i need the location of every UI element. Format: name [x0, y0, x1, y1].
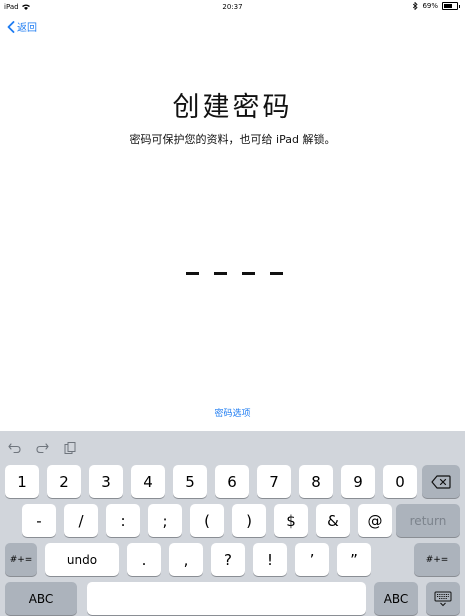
status-bar: iPad 20:37 69% — [0, 0, 465, 14]
bluetooth-icon — [413, 2, 419, 10]
abc-key-left[interactable]: ABC — [5, 582, 77, 615]
symbol-key[interactable]: & — [316, 504, 350, 537]
chevron-left-icon — [7, 20, 15, 33]
passcode-field[interactable] — [186, 272, 283, 275]
passcode-digit-placeholder — [214, 272, 227, 275]
shortcut-bar — [0, 431, 465, 463]
dismiss-keyboard-key[interactable] — [426, 582, 460, 615]
digit-key[interactable]: 2 — [47, 465, 81, 498]
backspace-icon — [431, 474, 451, 489]
digit-key[interactable]: 8 — [299, 465, 333, 498]
symbol-key[interactable]: $ — [274, 504, 308, 537]
battery-percent: 69% — [422, 2, 438, 10]
symbol-key[interactable]: : — [106, 504, 140, 537]
keyboard: 1234567890 - /:;() $ & @ return #+= undo .,?… — [0, 431, 465, 616]
digit-key[interactable]: 5 — [173, 465, 207, 498]
keyboard-icon — [434, 591, 452, 606]
digit-key[interactable]: 4 — [131, 465, 165, 498]
status-time: 20:37 — [222, 3, 243, 11]
digit-key[interactable]: 1 — [5, 465, 39, 498]
back-label: 返回 — [17, 23, 37, 34]
battery-fill — [444, 4, 453, 8]
battery-icon — [442, 2, 458, 10]
passcode-digit-placeholder — [186, 272, 199, 275]
page-title: 创建密码 — [172, 92, 293, 123]
redo-icon[interactable] — [35, 442, 49, 454]
punctuation-key[interactable]: , — [169, 543, 203, 576]
punctuation-key[interactable]: ” — [337, 543, 371, 576]
digit-key[interactable]: 9 — [341, 465, 375, 498]
return-key[interactable]: return — [396, 504, 460, 537]
digit-key[interactable]: 3 — [89, 465, 123, 498]
back-button[interactable]: 返回 — [7, 19, 37, 34]
punctuation-key[interactable]: ! — [253, 543, 287, 576]
paste-icon[interactable] — [63, 442, 77, 454]
status-right: 69% — [413, 2, 460, 10]
more-symbols-key-left[interactable]: #+= — [5, 543, 37, 576]
passcode-digit-placeholder — [270, 272, 283, 275]
page-subtitle: 密码可保护您的资料，也可给 iPad 解锁。 — [129, 133, 336, 146]
digit-key[interactable]: 7 — [257, 465, 291, 498]
punctuation-key[interactable]: ’ — [295, 543, 329, 576]
punctuation-key[interactable]: ? — [211, 543, 245, 576]
symbol-key[interactable]: - — [22, 504, 56, 537]
undo-icon[interactable] — [8, 442, 22, 454]
undo-key[interactable]: undo — [45, 543, 119, 576]
symbol-key[interactable]: ) — [232, 504, 266, 537]
digit-key[interactable]: 6 — [215, 465, 249, 498]
symbol-key[interactable]: @ — [358, 504, 392, 537]
symbol-key[interactable]: / — [64, 504, 98, 537]
punctuation-key[interactable]: . — [127, 543, 161, 576]
symbol-key[interactable]: ; — [148, 504, 182, 537]
passcode-digit-placeholder — [242, 272, 255, 275]
passcode-options-link[interactable]: 密码选项 — [0, 406, 465, 419]
symbol-key[interactable]: ( — [190, 504, 224, 537]
backspace-key[interactable] — [422, 465, 460, 498]
digit-key[interactable]: 0 — [383, 465, 417, 498]
battery-tip — [459, 4, 460, 8]
space-key[interactable] — [87, 582, 366, 615]
more-symbols-key-right[interactable]: #+= — [414, 543, 460, 576]
abc-key-right[interactable]: ABC — [374, 582, 418, 615]
